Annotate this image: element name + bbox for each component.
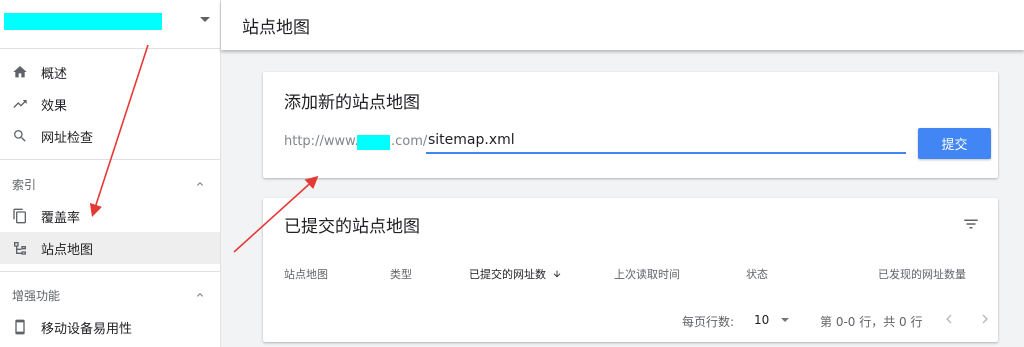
section-title-enhancements: 增强功能 bbox=[12, 289, 61, 303]
section-title-index: 索引 bbox=[12, 178, 37, 192]
column-header-last-read[interactable]: 上次读取时间 bbox=[614, 266, 680, 282]
redacted-property-name bbox=[4, 13, 162, 30]
submitted-sitemaps-card: 已提交的站点地图 站点地图 类型 已提交的网址数 上次读取时间 状态 已发现的网… bbox=[263, 198, 998, 342]
main-content: 添加新的站点地图 http://www. .com/ 提交 已提交的站点地图 站… bbox=[221, 50, 1024, 347]
column-header-sitemap[interactable]: 站点地图 bbox=[284, 266, 328, 282]
column-header-label: 已提交的网址数 bbox=[469, 268, 546, 281]
sitemap-url-input[interactable] bbox=[426, 128, 906, 154]
page-title: 站点地图 bbox=[242, 18, 310, 38]
search-console-window: 概述 效果 网址检查 索引 覆盖率 站点地图 增强功能 移动设备易用性 添加新的… bbox=[0, 0, 1024, 347]
caret-down-icon bbox=[200, 17, 210, 22]
column-header-type[interactable]: 类型 bbox=[390, 266, 412, 282]
sidebar-item-mobile-usability[interactable]: 移动设备易用性 bbox=[0, 311, 220, 343]
sidebar-item-label: 概述 bbox=[41, 67, 68, 82]
sidebar-item-url-inspection[interactable]: 网址检查 bbox=[0, 120, 220, 152]
column-header-discovered-urls[interactable]: 已发现的网址数量 bbox=[878, 266, 966, 282]
submitted-sitemaps-title: 已提交的站点地图 bbox=[284, 217, 420, 237]
smartphone-icon bbox=[12, 319, 28, 335]
column-header-submitted-urls[interactable]: 已提交的网址数 bbox=[469, 266, 562, 282]
filter-icon[interactable] bbox=[962, 215, 980, 233]
page-header: 站点地图 bbox=[221, 0, 1024, 50]
sidebar-item-overview[interactable]: 概述 bbox=[0, 56, 220, 88]
divider bbox=[0, 48, 221, 49]
arrow-down-icon bbox=[552, 269, 562, 279]
sidebar-item-sitemaps[interactable]: 站点地图 bbox=[0, 232, 220, 264]
sidebar-item-label: 网址检查 bbox=[41, 131, 94, 146]
trending-up-icon bbox=[12, 96, 28, 112]
chevron-right-icon[interactable] bbox=[976, 310, 994, 328]
property-selector[interactable] bbox=[0, 0, 221, 48]
add-sitemap-card: 添加新的站点地图 http://www. .com/ 提交 bbox=[263, 72, 998, 178]
pagination-range: 第 0-0 行，共 0 行 bbox=[820, 315, 923, 329]
home-icon bbox=[12, 64, 28, 80]
chevron-up-icon[interactable] bbox=[194, 178, 206, 190]
divider bbox=[0, 159, 221, 160]
sidebar-item-performance[interactable]: 效果 bbox=[0, 88, 220, 120]
divider bbox=[0, 271, 221, 272]
submit-button[interactable]: 提交 bbox=[918, 128, 991, 159]
chevron-up-icon[interactable] bbox=[194, 289, 206, 301]
rows-per-page-select[interactable]: 10 bbox=[754, 313, 769, 327]
sidebar-item-label: 效果 bbox=[41, 99, 68, 114]
sidebar-item-coverage[interactable]: 覆盖率 bbox=[0, 200, 220, 232]
sidebar-item-label: 站点地图 bbox=[41, 243, 94, 258]
rows-per-page-label: 每页行数: bbox=[682, 315, 735, 329]
caret-down-icon bbox=[781, 318, 789, 322]
redacted-domain bbox=[357, 135, 390, 150]
sitemap-icon bbox=[12, 240, 28, 256]
search-icon bbox=[12, 128, 28, 144]
url-prefix: http://www. bbox=[284, 134, 359, 149]
add-sitemap-title: 添加新的站点地图 bbox=[284, 93, 420, 113]
sidebar-item-label: 覆盖率 bbox=[41, 211, 81, 226]
copy-pages-icon bbox=[12, 208, 28, 224]
sidebar: 概述 效果 网址检查 索引 覆盖率 站点地图 增强功能 移动设备易用性 bbox=[0, 0, 221, 347]
column-header-status[interactable]: 状态 bbox=[746, 266, 768, 282]
chevron-left-icon[interactable] bbox=[940, 310, 958, 328]
url-suffix: .com/ bbox=[391, 134, 428, 149]
sidebar-item-label: 移动设备易用性 bbox=[41, 322, 133, 337]
